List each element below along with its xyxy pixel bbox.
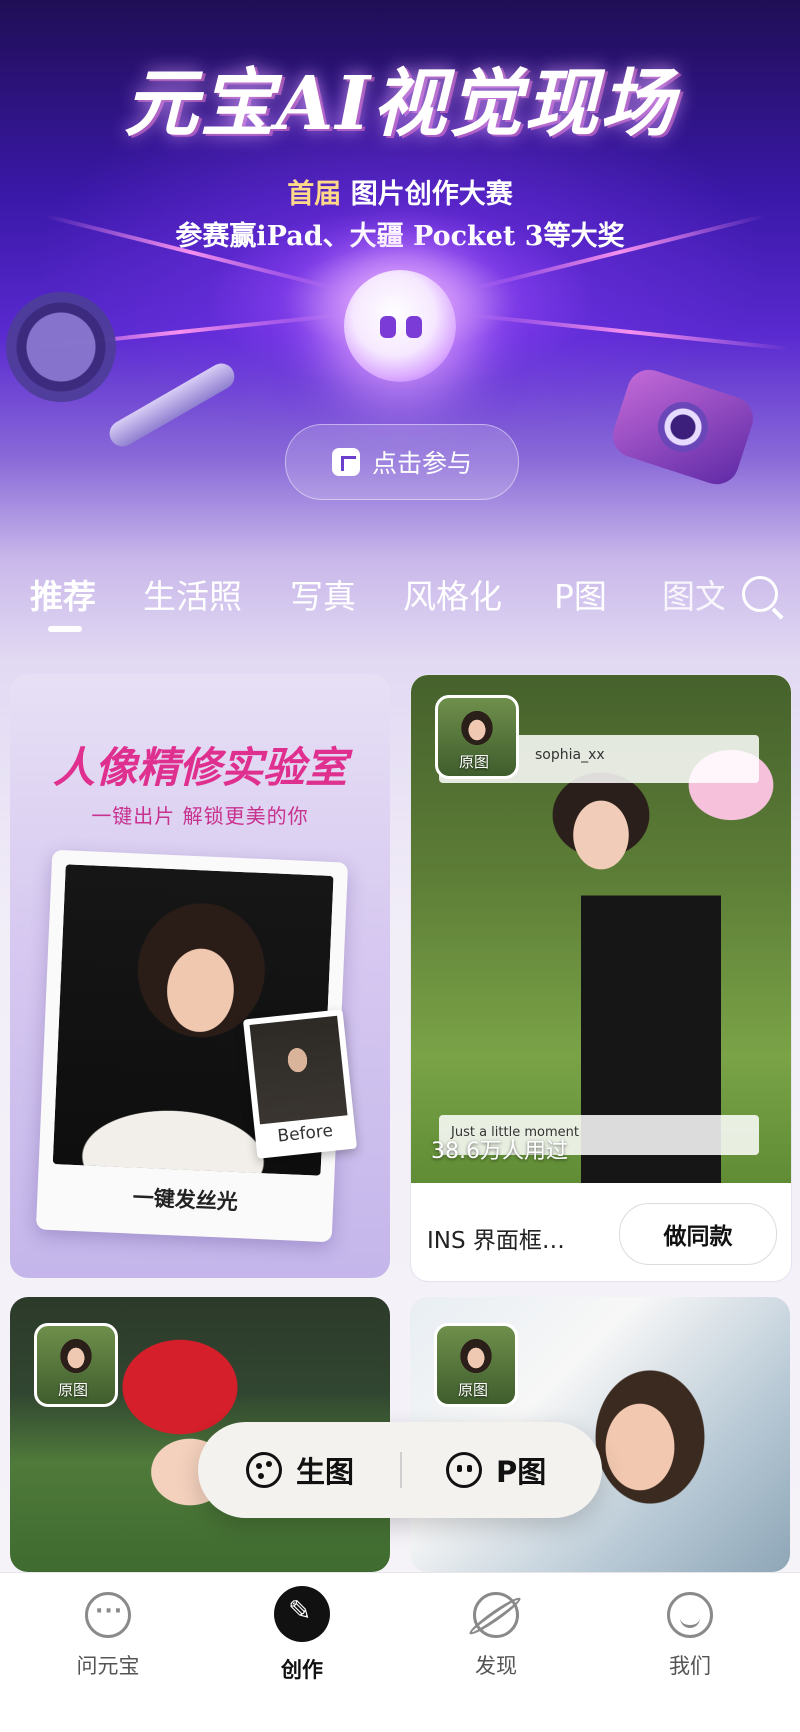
profile-icon <box>667 1592 713 1638</box>
before-photo: Before <box>242 1009 358 1159</box>
original-thumbnail: 原图 <box>34 1323 118 1407</box>
banner-subtitle-rest: 图片创作大赛 <box>350 179 513 210</box>
tab-portrait[interactable]: 写真 <box>290 570 356 618</box>
face-edit-icon <box>446 1452 482 1488</box>
tab-recommend[interactable]: 推荐 <box>30 570 96 618</box>
polaroid-caption: 一键发丝光 <box>132 1184 239 1215</box>
banner-subtitle-highlight: 首届 <box>287 179 342 210</box>
used-count: 38.6万人用过 <box>431 1139 568 1164</box>
nav-label: 创作 <box>281 1658 323 1682</box>
make-same-button[interactable]: 做同款 <box>619 1203 777 1265</box>
frame-handle: sophia_xx <box>535 747 605 763</box>
original-label: 原图 <box>458 753 489 771</box>
template-name: INS 界面框… <box>427 1228 565 1254</box>
original-thumbnail: 原图 <box>435 695 519 779</box>
edit-label: P图 <box>496 1455 547 1489</box>
search-icon[interactable] <box>742 576 778 612</box>
lens-decoration <box>6 292 116 402</box>
create-action-bar: 生图 P图 <box>198 1422 602 1518</box>
before-image <box>249 1015 348 1125</box>
tab-life-photo[interactable]: 生活照 <box>143 570 242 618</box>
nav-create[interactable]: 创作 <box>242 1586 362 1684</box>
nav-discover[interactable]: 发现 <box>436 1592 556 1680</box>
nav-label: 发现 <box>475 1654 517 1678</box>
planet-icon <box>473 1592 519 1638</box>
generate-label: 生图 <box>296 1455 355 1489</box>
join-icon <box>331 448 360 476</box>
promo-banner[interactable]: 元宝AI视觉现场 首届 图片创作大赛 参赛赢iPad、大疆 Pocket 3等大… <box>0 0 800 560</box>
banner-subtitle: 首届 图片创作大赛 <box>0 172 800 211</box>
generate-image-button[interactable]: 生图 <box>246 1422 354 1518</box>
mascot-icon <box>344 270 456 382</box>
tab-p-image[interactable]: P图 <box>554 570 607 618</box>
join-label: 点击参与 <box>371 449 472 478</box>
banner-title: 元宝AI视觉现场 <box>123 61 677 147</box>
feature-card-portrait-lab[interactable]: 人像精修实验室 一键出片 解锁更美的你 一键发丝光 Before <box>10 674 390 1278</box>
card-title: 人像精修实验室 <box>52 743 347 792</box>
camera-decoration <box>607 364 759 490</box>
nav-label: 我们 <box>669 1654 711 1678</box>
original-label: 原图 <box>457 1381 488 1399</box>
create-icon <box>274 1586 330 1642</box>
nav-ask-yuanbao[interactable]: 问元宝 <box>48 1592 168 1680</box>
palette-icon <box>246 1452 282 1488</box>
tab-stylized[interactable]: 风格化 <box>403 570 502 618</box>
original-thumbnail: 原图 <box>434 1323 518 1407</box>
tab-image-text[interactable]: 图文 <box>662 570 724 618</box>
template-card-ins-frame[interactable]: sophia_xx Just a little moment 原图 38.6万人… <box>410 674 792 1282</box>
light-ray <box>470 313 790 351</box>
nav-me[interactable]: 我们 <box>630 1592 750 1680</box>
card-subtitle: 一键出片 解锁更美的你 <box>91 804 309 828</box>
chat-icon <box>85 1592 131 1638</box>
pen-decoration <box>104 358 240 452</box>
edit-image-button[interactable]: P图 <box>446 1422 546 1518</box>
original-label: 原图 <box>57 1381 88 1399</box>
divider <box>400 1452 402 1488</box>
active-tab-indicator <box>48 626 82 632</box>
join-button[interactable]: 点击参与 <box>285 424 519 500</box>
nav-label: 问元宝 <box>76 1654 140 1678</box>
banner-prize-text: 参赛赢iPad、大疆 Pocket 3等大奖 <box>175 221 625 252</box>
